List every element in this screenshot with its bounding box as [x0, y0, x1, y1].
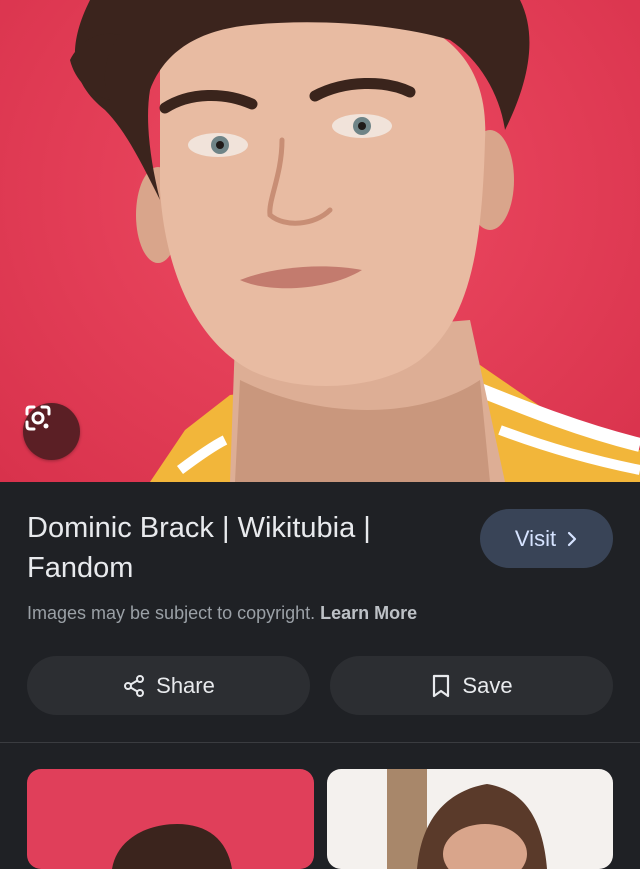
related-image-2	[387, 769, 547, 869]
bookmark-icon	[433, 674, 450, 697]
section-divider	[0, 742, 640, 743]
share-icon	[124, 674, 145, 697]
related-image-thumbnail[interactable]	[327, 769, 613, 869]
copyright-notice: Images may be subject to copyright. Learn…	[27, 603, 417, 624]
share-label: Share	[156, 672, 215, 698]
result-title[interactable]: Dominic Brack | Wikitubia | Fandom	[27, 508, 447, 588]
portrait-illustration	[70, 0, 640, 482]
related-image-1	[112, 824, 232, 869]
copyright-text: Images may be subject to copyright.	[27, 603, 316, 623]
save-button[interactable]: Save	[330, 656, 613, 715]
share-button[interactable]: Share	[27, 656, 310, 715]
google-lens-icon	[25, 405, 51, 431]
google-lens-button[interactable]	[23, 403, 80, 460]
learn-more-link[interactable]: Learn More	[320, 603, 417, 623]
visit-button[interactable]: Visit	[480, 509, 613, 568]
chevron-right-icon	[567, 531, 577, 546]
hero-image[interactable]	[0, 0, 640, 482]
save-label: Save	[462, 672, 513, 698]
related-image-thumbnail[interactable]	[27, 769, 314, 869]
visit-label: Visit	[514, 525, 557, 551]
